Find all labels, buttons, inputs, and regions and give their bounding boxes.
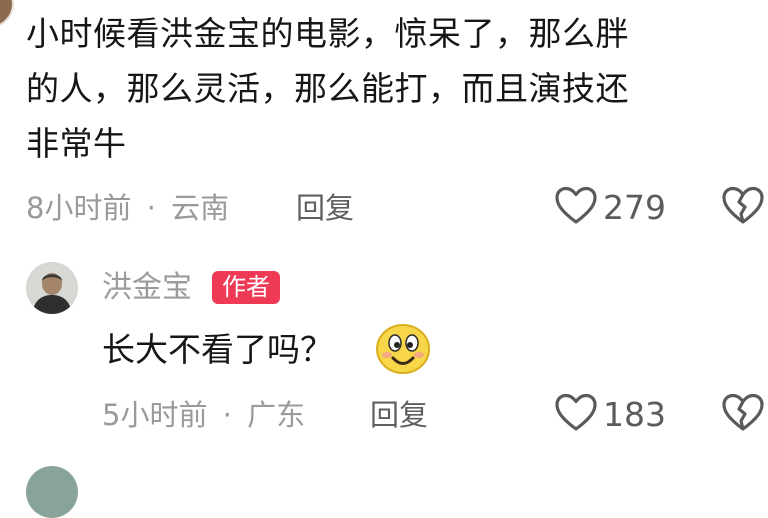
meta-separator: · — [222, 398, 232, 432]
reply-text: 长大不看了吗？ — [102, 325, 333, 375]
comment-text-line-3: 非常牛 — [26, 124, 127, 163]
like-count: 183 — [603, 395, 666, 434]
author-avatar[interactable] — [26, 262, 78, 314]
reply-reply-button[interactable]: 回复 — [370, 395, 428, 435]
heart-outline-icon[interactable] — [555, 186, 597, 226]
reply-text-content: 长大不看了吗？ — [102, 330, 333, 369]
comment-text: 小时候看洪金宝的电影，惊呆了，那么胖 的人，那么灵活，那么能打，而且演技还 非常… — [26, 6, 756, 171]
author-name[interactable]: 洪金宝 — [102, 268, 192, 308]
like-count: 279 — [603, 188, 666, 227]
comment-reply-button[interactable]: 回复 — [296, 188, 354, 228]
reply-location: 广东 — [247, 398, 306, 432]
comment-text-line-2: 的人，那么灵活，那么能打，而且演技还 — [26, 69, 629, 108]
comment-text-line-1: 小时候看洪金宝的电影，惊呆了，那么胖 — [26, 14, 629, 53]
smile-emoji-icon — [375, 322, 431, 376]
author-badge: 作者 — [212, 271, 280, 304]
broken-heart-icon[interactable] — [722, 393, 764, 433]
broken-heart-icon[interactable] — [722, 186, 764, 226]
comment-location: 云南 — [171, 191, 230, 225]
heart-outline-icon[interactable] — [555, 393, 597, 433]
reply-time: 5小时前 — [102, 398, 208, 432]
comment-meta: 8小时前 · 云南 — [26, 188, 229, 228]
meta-separator: · — [146, 191, 156, 225]
next-comment-avatar[interactable] — [26, 466, 78, 518]
top-partial-avatar[interactable] — [0, 0, 14, 28]
reply-meta: 5小时前 · 广东 — [102, 395, 305, 435]
comment-time: 8小时前 — [26, 191, 132, 225]
